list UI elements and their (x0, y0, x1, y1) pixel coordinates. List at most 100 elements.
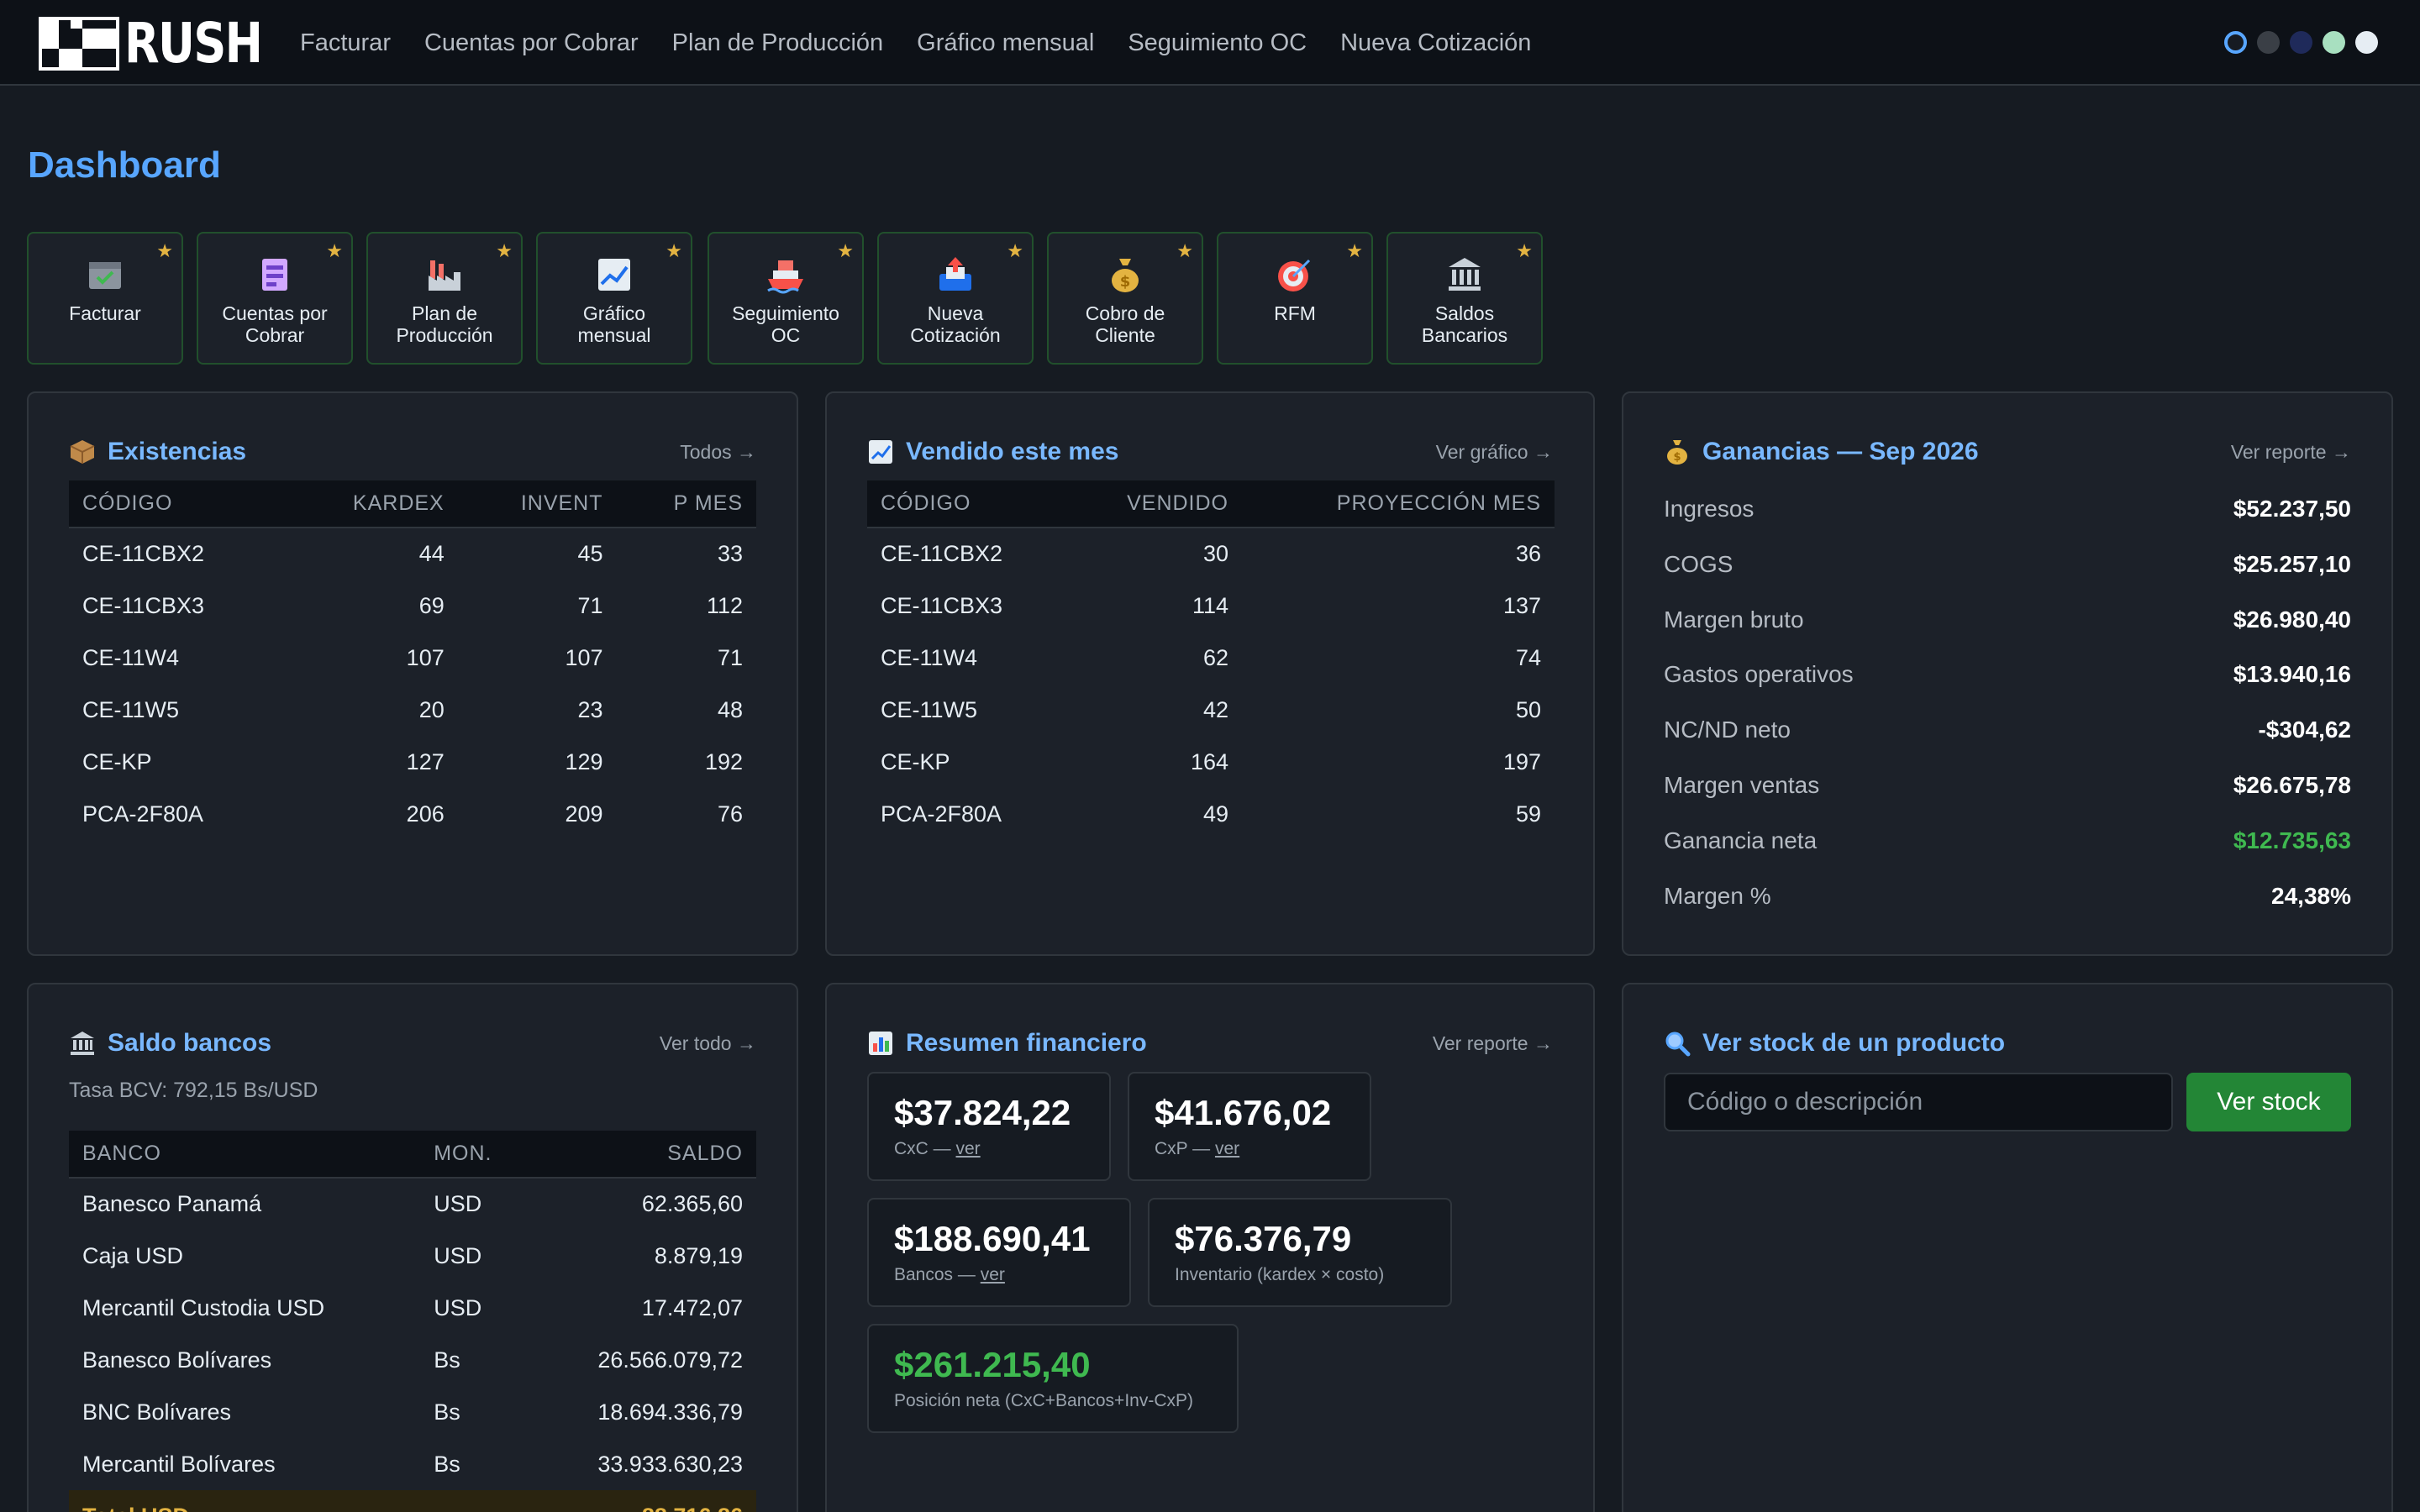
existencias-todos-link[interactable]: Todos → (680, 441, 756, 464)
quick-link-facturar[interactable]: ★ Facturar (27, 232, 183, 365)
rush-logo[interactable]: RUSH (39, 16, 292, 71)
theme-dot-2[interactable] (2257, 31, 2280, 54)
nav-plan-de-produccion[interactable]: Plan de Producción (672, 29, 884, 57)
theme-dot-5[interactable] (2355, 31, 2378, 54)
cell: Mercantil Bolívares (82, 1451, 276, 1477)
quick-link-grafico-mensual[interactable]: ★ Gráfico mensual (536, 232, 692, 365)
bar-chart-icon (869, 1032, 892, 1055)
table-row: CE-11W4 107 107 71 (69, 632, 756, 684)
ganancias-ver-reporte-link[interactable]: Ver reporte → (2231, 441, 2351, 464)
tile-bancos: $188.690,41 Bancos — ver (867, 1198, 1131, 1307)
ganancias-value: $26.675,78 (2233, 772, 2351, 798)
cell: PCA-2F80A (82, 801, 204, 827)
table-row: CE-11CBX3 69 71 112 (69, 580, 756, 632)
star-icon[interactable]: ★ (666, 240, 682, 262)
ganancias-row-margen-ventas: Margen ventas $26.675,78 (1664, 769, 2351, 802)
ganancias-key: COGS (1664, 551, 1733, 577)
quick-link-cobro-de-cliente[interactable]: ★ $ Cobro de Cliente (1047, 232, 1203, 365)
cell: 50 (1515, 696, 1541, 722)
cell: 164 (1190, 748, 1228, 774)
cell: 71 (717, 644, 743, 670)
cell: 18.694.336,79 (597, 1399, 743, 1425)
tile-label: Posición neta (CxC+Bancos+Inv-CxP) (894, 1391, 1193, 1410)
vendido-ver-grafico-link[interactable]: Ver gráfico → (1436, 441, 1553, 464)
tile-ver-link[interactable]: ver (956, 1139, 981, 1158)
nav-nueva-cotizacion[interactable]: Nueva Cotización (1340, 29, 1531, 57)
quick-link-label: Facturar (69, 302, 141, 324)
quick-link-nueva-cotizacion[interactable]: ★ Nueva Cotización (877, 232, 1034, 365)
svg-text:$: $ (1673, 451, 1681, 464)
existencias-table: CÓDIGO KARDEX INVENT P MES CE-11CBX2 44 45… (69, 480, 756, 840)
nav-grafico-mensual[interactable]: Gráfico mensual (917, 29, 1094, 57)
col-p-mes: P MES (616, 480, 756, 528)
cell: 137 (1502, 592, 1541, 618)
star-icon[interactable]: ★ (1176, 240, 1193, 262)
cell: CE-11CBX3 (881, 592, 1003, 618)
outbox-icon (939, 257, 971, 291)
table-row: PCA-2F80A 49 59 (867, 788, 1555, 840)
cell: 20 (418, 696, 445, 722)
tile-posicion-neta: $261.215,40 Posición neta (CxC+Bancos+In… (867, 1324, 1239, 1433)
tile-ver-link[interactable]: ver (981, 1265, 1005, 1284)
tile-ver-link[interactable]: ver (1215, 1139, 1239, 1158)
quick-link-cuentas-por-cobrar[interactable]: ★ Cuentas por Cobrar (197, 232, 353, 365)
cell: CE-11CBX2 (881, 541, 1003, 566)
cell: 209 (565, 801, 603, 827)
cell: Bs (434, 1451, 460, 1477)
existencias-title: Existencias (108, 438, 247, 465)
star-icon[interactable]: ★ (326, 240, 343, 262)
ganancias-value: $13.940,16 (2233, 661, 2351, 687)
package-icon (70, 440, 95, 464)
star-icon[interactable]: ★ (1516, 240, 1533, 262)
table-row: CE-KP 164 197 (867, 736, 1555, 788)
col-codigo: CÓDIGO (69, 480, 286, 528)
table-row: Banesco Panamá USD 62.365,60 (69, 1178, 756, 1230)
table-row: PCA-2F80A 206 209 76 (69, 788, 756, 840)
nav-cuentas-por-cobrar[interactable]: Cuentas por Cobrar (424, 29, 639, 57)
bank-icon (1449, 258, 1481, 291)
quick-link-label: Cliente (1095, 324, 1155, 346)
quick-link-label: mensual (577, 324, 651, 346)
quick-link-rfm[interactable]: ★ RFM (1217, 232, 1373, 365)
theme-dot-4[interactable] (2323, 31, 2345, 54)
star-icon[interactable]: ★ (496, 240, 513, 262)
star-icon[interactable]: ★ (837, 240, 854, 262)
star-icon[interactable]: ★ (1007, 240, 1023, 262)
cell: PCA-2F80A (881, 801, 1002, 827)
cell: 26.566.079,72 (597, 1347, 743, 1373)
ganancias-row-margen-pct: Margen % 24,38% (1664, 879, 2351, 913)
theme-dot-3[interactable] (2290, 31, 2312, 54)
table-row: Caja USD USD 8.879,19 (69, 1230, 756, 1282)
cell: 192 (704, 748, 743, 774)
theme-switcher (2224, 31, 2378, 54)
quick-link-plan-de-produccion[interactable]: ★ Plan de Producción (366, 232, 523, 365)
col-vendido: VENDIDO (1068, 480, 1242, 528)
col-codigo: CÓDIGO (867, 480, 1069, 528)
quick-link-seguimiento-oc[interactable]: ★ Seguimiento OC (708, 232, 864, 365)
ganancias-key: Margen bruto (1664, 606, 1804, 633)
nav-facturar[interactable]: Facturar (300, 29, 391, 57)
resumen-ver-reporte-link[interactable]: Ver reporte → (1433, 1032, 1553, 1055)
table-row: Banesco Bolívares Bs 26.566.079,72 (69, 1334, 756, 1386)
ganancias-key: Ingresos (1664, 496, 1754, 522)
nav-seguimiento-oc[interactable]: Seguimiento OC (1128, 29, 1307, 57)
ganancias-row-ganancia-neta: Ganancia neta $12.735,63 (1664, 824, 2351, 858)
top-navbar: RUSH Facturar Cuentas por Cobrar Plan de… (0, 0, 2420, 86)
quick-link-saldos-bancarios[interactable]: ★ Saldos Bancarios (1386, 232, 1543, 365)
cell: 49 (1202, 801, 1228, 827)
ver-stock-button[interactable]: Ver stock (2186, 1073, 2351, 1131)
tile-label: CxP — (1155, 1139, 1215, 1158)
cell: Bs (434, 1347, 460, 1373)
stock-card: Ver stock de un producto (1622, 983, 2393, 1512)
cell: 107 (565, 644, 603, 670)
stock-search-input[interactable] (1664, 1073, 2173, 1131)
cell: CE-11W4 (82, 644, 180, 670)
bancos-ver-todo-link[interactable]: Ver todo → (660, 1032, 756, 1055)
star-icon[interactable]: ★ (1346, 240, 1363, 262)
chart-icon (869, 440, 892, 464)
tile-cxp: $41.676,02 CxP — ver (1128, 1072, 1371, 1181)
star-icon[interactable]: ★ (156, 240, 173, 262)
ganancias-key: Margen % (1664, 883, 1771, 909)
theme-dot-1[interactable] (2224, 31, 2247, 54)
quick-link-label: Gráfico (582, 302, 646, 324)
